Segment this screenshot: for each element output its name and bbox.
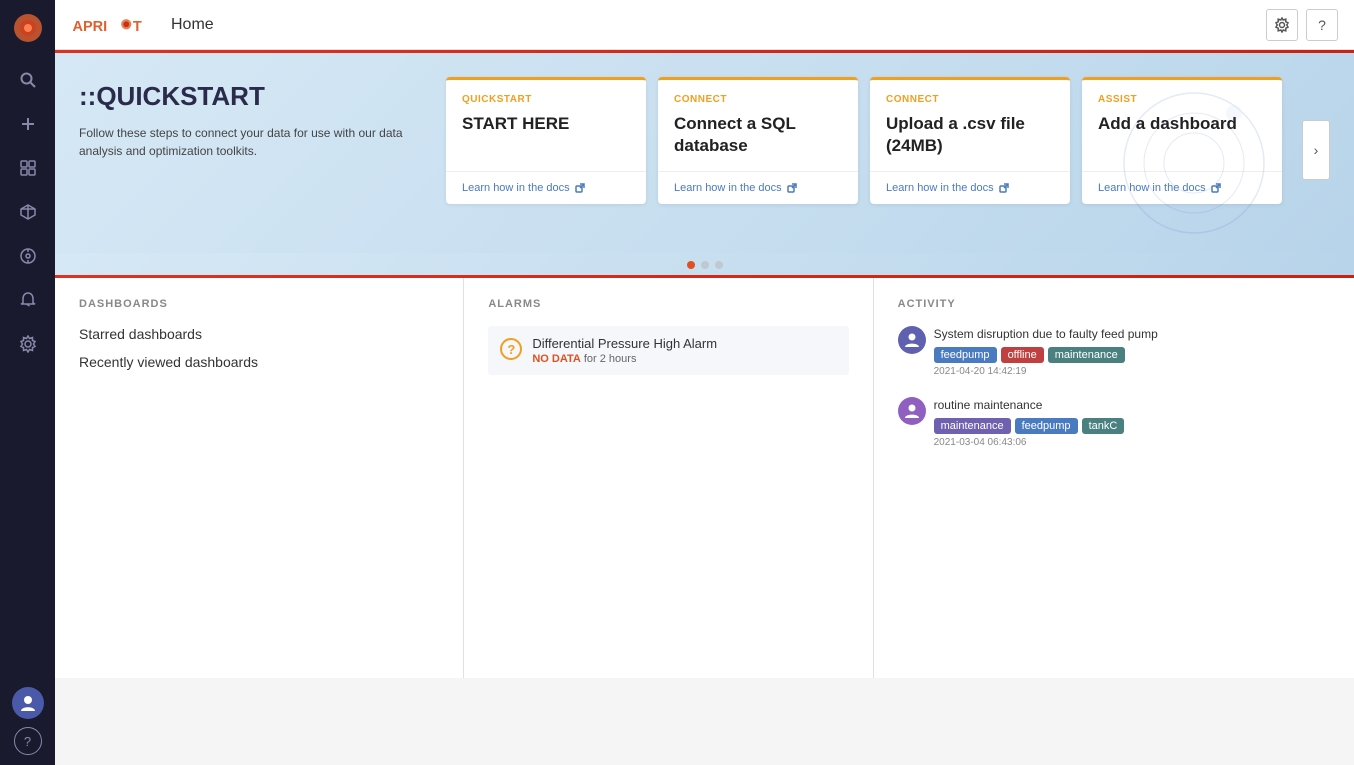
external-link-icon <box>574 182 586 194</box>
activity-timestamp-2: 2021-03-04 06:43:06 <box>934 437 1330 448</box>
quickstart-cards: QUICKSTART START HERE Learn how in the d… <box>446 77 1282 204</box>
carousel-next-button[interactable]: › <box>1302 120 1330 180</box>
quickstart-description: Follow these steps to connect your data … <box>79 124 426 160</box>
topbar-logo: APRI T <box>71 11 151 39</box>
activity-panel-title: ACTIVITY <box>898 298 1330 310</box>
card-2-title: Connect a SQL database <box>674 113 842 157</box>
activity-tags-1: feedpump offline maintenance <box>934 347 1330 363</box>
dashboards-panel: DASHBOARDS Starred dashboards Recently v… <box>55 278 464 678</box>
compass-icon[interactable] <box>10 238 46 274</box>
alarms-panel-title: ALARMS <box>488 298 848 310</box>
tag-feedpump-2[interactable]: feedpump <box>1015 418 1078 434</box>
user-avatar[interactable] <box>12 687 44 719</box>
activity-item-2: routine maintenance maintenance feedpump… <box>898 397 1330 448</box>
alarm-question-icon: ? <box>500 338 522 360</box>
quickstart-card-1: QUICKSTART START HERE Learn how in the d… <box>446 77 646 204</box>
dashboards-panel-title: DASHBOARDS <box>79 298 439 310</box>
sidebar: ? <box>0 0 55 765</box>
card-2-tag: CONNECT <box>674 94 842 105</box>
carousel-dot-2[interactable] <box>701 261 709 269</box>
recent-dashboards-link[interactable]: Recently viewed dashboards <box>79 354 439 370</box>
activity-panel: ACTIVITY System disruption due to faulty… <box>874 278 1354 678</box>
alarm-name: Differential Pressure High Alarm <box>532 336 717 351</box>
activity-content-2: routine maintenance maintenance feedpump… <box>934 397 1330 448</box>
settings-icon[interactable] <box>10 326 46 362</box>
quickstart-card-2: CONNECT Connect a SQL database Learn how… <box>658 77 858 204</box>
svg-text:T: T <box>133 18 142 34</box>
app-logo[interactable] <box>10 10 46 46</box>
alarm-item: ? Differential Pressure High Alarm NO DA… <box>488 326 848 375</box>
alarm-no-data-label: NO DATA <box>532 353 580 365</box>
card-1-tag: QUICKSTART <box>462 94 630 105</box>
topbar-actions: ? <box>1266 9 1338 41</box>
help-button[interactable]: ? <box>1306 9 1338 41</box>
tag-offline[interactable]: offline <box>1001 347 1044 363</box>
quickstart-banner: ::QUICKSTART Follow these steps to conne… <box>55 53 1354 253</box>
external-link-icon-2 <box>786 182 798 194</box>
settings-button[interactable] <box>1266 9 1298 41</box>
tag-maintenance-1[interactable]: maintenance <box>1048 347 1125 363</box>
quickstart-heading: ::QUICKSTART <box>79 81 426 112</box>
activity-tags-2: maintenance feedpump tankC <box>934 418 1330 434</box>
card-1-title: START HERE <box>462 113 630 135</box>
help-icon: ? <box>1318 17 1326 33</box>
card-3-tag: CONNECT <box>886 94 1054 105</box>
tag-tankc[interactable]: tankC <box>1082 418 1125 434</box>
activity-content-1: System disruption due to faulty feed pum… <box>934 326 1330 377</box>
activity-avatar-2 <box>898 397 926 425</box>
dashboard-grid-icon[interactable] <box>10 150 46 186</box>
external-link-icon-3 <box>998 182 1010 194</box>
carousel-dot-1[interactable] <box>687 261 695 269</box>
bell-icon[interactable] <box>10 282 46 318</box>
activity-avatar-1 <box>898 326 926 354</box>
activity-timestamp-1: 2021-04-20 14:42:19 <box>934 366 1330 377</box>
card-4-tag: ASSIST <box>1098 94 1266 105</box>
card-4-title: Add a dashboard <box>1098 113 1266 135</box>
help-bottom-icon[interactable]: ? <box>14 727 42 755</box>
content-area: ::QUICKSTART Follow these steps to conne… <box>55 50 1354 765</box>
sidebar-bottom: ? <box>12 687 44 755</box>
svg-text:APRI: APRI <box>72 18 107 34</box>
carousel-dot-3[interactable] <box>715 261 723 269</box>
main-content: APRI T Home ? <box>55 0 1354 765</box>
page-title: Home <box>171 16 214 34</box>
cube-icon[interactable] <box>10 194 46 230</box>
quickstart-left: ::QUICKSTART Follow these steps to conne… <box>79 77 426 160</box>
alarms-panel: ALARMS ? Differential Pressure High Alar… <box>464 278 873 678</box>
card-2-learn-link[interactable]: Learn how in the docs <box>658 171 858 204</box>
carousel-dots <box>55 253 1354 275</box>
card-3-title: Upload a .csv file (24MB) <box>886 113 1054 157</box>
card-3-learn-link[interactable]: Learn how in the docs <box>870 171 1070 204</box>
search-icon[interactable] <box>10 62 46 98</box>
card-1-learn-link[interactable]: Learn how in the docs <box>446 171 646 204</box>
tag-maintenance-2[interactable]: maintenance <box>934 418 1011 434</box>
alarm-details: Differential Pressure High Alarm NO DATA… <box>532 336 717 365</box>
quickstart-card-4: ASSIST Add a dashboard Learn how in the … <box>1082 77 1282 204</box>
alarm-duration: for 2 hours <box>584 353 637 365</box>
card-4-learn-link[interactable]: Learn how in the docs <box>1082 171 1282 204</box>
activity-item-1: System disruption due to faulty feed pum… <box>898 326 1330 377</box>
topbar: APRI T Home ? <box>55 0 1354 50</box>
tag-feedpump-1[interactable]: feedpump <box>934 347 997 363</box>
activity-description-1: System disruption due to faulty feed pum… <box>934 326 1330 343</box>
starred-dashboards-link[interactable]: Starred dashboards <box>79 326 439 342</box>
quickstart-card-3: CONNECT Upload a .csv file (24MB) Learn … <box>870 77 1070 204</box>
alarm-status: NO DATA for 2 hours <box>532 353 717 365</box>
activity-description-2: routine maintenance <box>934 397 1330 414</box>
add-icon[interactable] <box>10 106 46 142</box>
bottom-panels: DASHBOARDS Starred dashboards Recently v… <box>55 278 1354 678</box>
external-link-icon-4 <box>1210 182 1222 194</box>
